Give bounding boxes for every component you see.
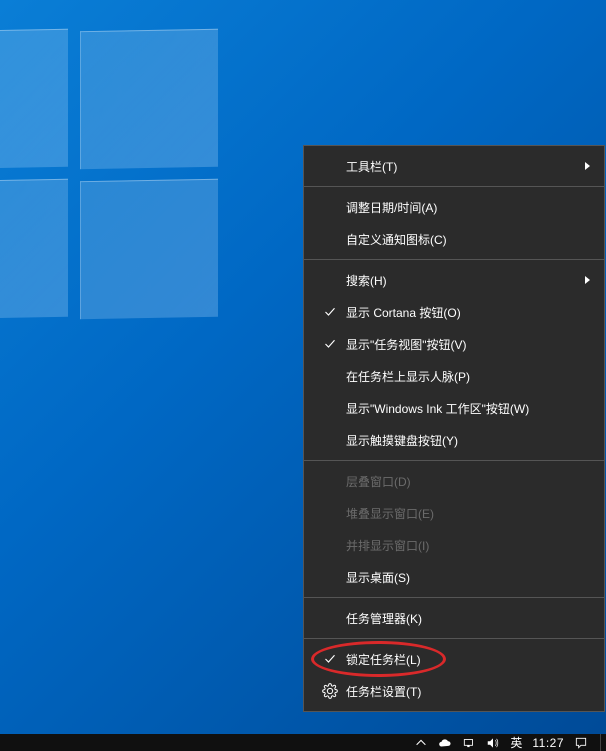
onedrive-icon[interactable] — [438, 736, 452, 750]
menu-item-lock-taskbar[interactable]: 锁定任务栏(L) — [304, 643, 604, 675]
menu-item-show-windows-ink[interactable]: 显示"Windows Ink 工作区"按钮(W) — [304, 392, 604, 424]
menu-item-task-manager[interactable]: 任务管理器(K) — [304, 602, 604, 634]
menu-item-show-touch-keyboard[interactable]: 显示触摸键盘按钮(Y) — [304, 424, 604, 456]
menu-label-search: 搜索(H) — [346, 272, 594, 289]
menu-separator — [304, 597, 604, 598]
menu-item-stacked: 堆叠显示窗口(E) — [304, 497, 604, 529]
gear-icon — [314, 683, 346, 699]
menu-item-toolbars[interactable]: 工具栏(T) — [304, 150, 604, 182]
menu-label-show-task-view: 显示"任务视图"按钮(V) — [346, 336, 594, 353]
menu-label-show-desktop: 显示桌面(S) — [346, 569, 594, 586]
menu-item-taskbar-settings[interactable]: 任务栏设置(T) — [304, 675, 604, 707]
menu-item-side-by-side: 并排显示窗口(I) — [304, 529, 604, 561]
menu-item-cascade: 层叠窗口(D) — [304, 465, 604, 497]
menu-separator — [304, 638, 604, 639]
menu-label-customize-notification-icons: 自定义通知图标(C) — [346, 231, 594, 248]
system-tray: 英 11:27 — [414, 734, 600, 751]
action-center-icon[interactable] — [574, 736, 588, 750]
ime-indicator[interactable]: 英 — [510, 734, 522, 751]
check-icon — [314, 338, 346, 350]
volume-icon[interactable] — [486, 736, 500, 750]
taskbar-clock[interactable]: 11:27 — [532, 736, 564, 750]
check-icon — [314, 653, 346, 665]
menu-item-show-cortana[interactable]: 显示 Cortana 按钮(O) — [304, 296, 604, 328]
menu-label-adjust-datetime: 调整日期/时间(A) — [346, 199, 594, 216]
menu-item-search[interactable]: 搜索(H) — [304, 264, 604, 296]
taskbar[interactable]: 英 11:27 — [0, 734, 606, 751]
menu-label-side-by-side: 并排显示窗口(I) — [346, 537, 594, 554]
menu-separator — [304, 186, 604, 187]
menu-item-customize-notification-icons[interactable]: 自定义通知图标(C) — [304, 223, 604, 255]
show-desktop-button[interactable] — [600, 734, 606, 751]
menu-item-show-task-view[interactable]: 显示"任务视图"按钮(V) — [304, 328, 604, 360]
menu-label-toolbars: 工具栏(T) — [346, 158, 594, 175]
windows-logo — [0, 30, 220, 320]
menu-label-show-windows-ink: 显示"Windows Ink 工作区"按钮(W) — [346, 400, 594, 417]
menu-label-show-touch-keyboard: 显示触摸键盘按钮(Y) — [346, 432, 594, 449]
menu-label-lock-taskbar: 锁定任务栏(L) — [346, 651, 594, 668]
network-icon[interactable] — [462, 736, 476, 750]
menu-item-adjust-datetime[interactable]: 调整日期/时间(A) — [304, 191, 604, 223]
menu-label-stacked: 堆叠显示窗口(E) — [346, 505, 594, 522]
menu-item-show-desktop[interactable]: 显示桌面(S) — [304, 561, 604, 593]
menu-label-taskbar-settings: 任务栏设置(T) — [346, 683, 594, 700]
tray-overflow-icon[interactable] — [414, 736, 428, 750]
menu-separator — [304, 259, 604, 260]
menu-separator — [304, 460, 604, 461]
menu-item-show-people[interactable]: 在任务栏上显示人脉(P) — [304, 360, 604, 392]
taskbar-context-menu: 工具栏(T) 调整日期/时间(A) 自定义通知图标(C) 搜索(H) 显示 Co… — [303, 145, 605, 712]
menu-label-show-people: 在任务栏上显示人脉(P) — [346, 368, 594, 385]
menu-label-cascade: 层叠窗口(D) — [346, 473, 594, 490]
check-icon — [314, 306, 346, 318]
menu-label-task-manager: 任务管理器(K) — [346, 610, 594, 627]
menu-label-show-cortana: 显示 Cortana 按钮(O) — [346, 304, 594, 321]
